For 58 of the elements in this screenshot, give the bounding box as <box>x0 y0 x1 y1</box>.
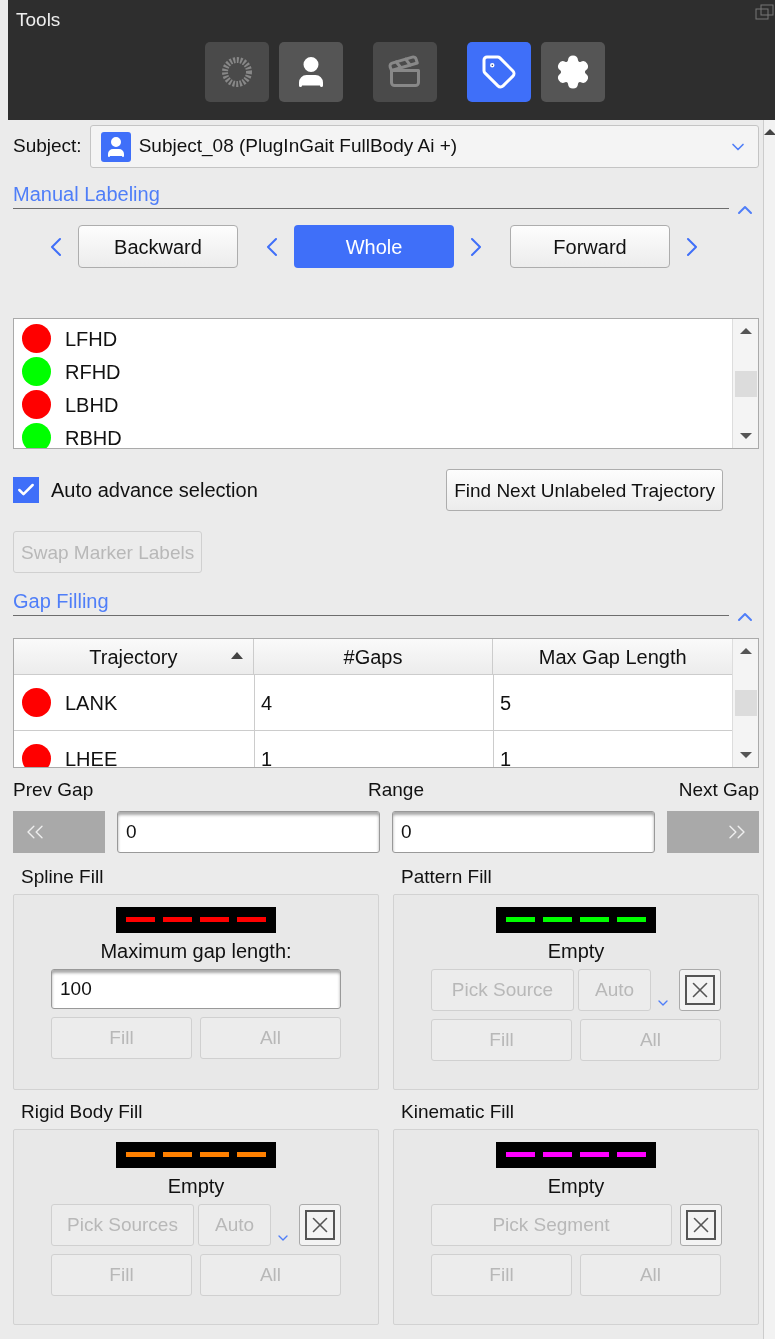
sort-arrow-icon <box>230 652 243 659</box>
table-cell: 4 <box>255 675 494 730</box>
scroll-thumb[interactable] <box>734 370 757 397</box>
tool-tab[interactable] <box>278 41 343 102</box>
section-title: Gap Filling <box>13 591 109 614</box>
column-header[interactable]: Trajectory <box>14 639 254 674</box>
scroll-up-icon <box>764 128 775 136</box>
scroll-up-icon <box>739 647 752 655</box>
table-cell: LHEE <box>14 731 255 767</box>
panel-caption: Empty <box>547 940 605 961</box>
checkbox-label: Auto advance selection <box>51 478 258 503</box>
column-header[interactable]: #Gaps <box>253 639 494 674</box>
tag-icon <box>480 53 517 90</box>
scroll-up-icon <box>739 327 752 335</box>
panel-title: Kinematic Fill <box>400 1099 515 1124</box>
marker-row[interactable]: LFHD <box>22 322 732 355</box>
panel-caption: Empty <box>167 1175 225 1196</box>
column-header[interactable]: Max Gap Length <box>493 639 732 674</box>
panel-title: Pattern Fill <box>400 864 493 889</box>
section-title: Manual Labeling <box>13 184 160 207</box>
range-end-field[interactable]: 0 <box>392 810 655 853</box>
clear-button[interactable] <box>679 1203 722 1246</box>
tool-tab[interactable] <box>466 41 531 102</box>
tool-tab[interactable] <box>540 41 605 102</box>
table-cell-text: 1 <box>499 746 513 767</box>
scrollbar[interactable] <box>732 319 758 448</box>
find-button[interactable]: Find Next Unlabeled Trajectory <box>446 469 723 511</box>
panel-title: Rigid Body Fill <box>20 1099 144 1124</box>
checkbox[interactable] <box>13 477 39 503</box>
panel-caption: Empty <box>547 1175 605 1196</box>
mode-tab[interactable]: Whole <box>294 225 454 268</box>
mode-tab[interactable]: Forward <box>510 225 670 268</box>
clear-button[interactable] <box>299 1203 341 1246</box>
marker-row[interactable]: RFHD <box>22 355 732 388</box>
table-cell: LANK <box>14 675 255 730</box>
gap-length-field[interactable]: 100 <box>51 968 341 1009</box>
scroll-thumb[interactable] <box>734 690 757 716</box>
scroll-down-icon <box>739 432 752 440</box>
subject-label: Subject: <box>13 134 82 159</box>
range-start-field[interactable]: 0 <box>117 810 380 853</box>
next-gap-label: Next Gap <box>678 778 759 802</box>
panel-caption: Maximum gap length: <box>100 940 292 961</box>
marker-row[interactable]: RBHD <box>22 421 732 448</box>
mode-tab[interactable]: Backward <box>78 225 238 268</box>
panel-title: Spline Fill <box>20 864 105 889</box>
scrollbar[interactable] <box>732 639 758 767</box>
window-title: Tools <box>15 8 62 32</box>
subject-dropdown[interactable]: Subject_08 (PlugInGait FullBody Ai +) <box>89 125 759 168</box>
subject-icon <box>100 131 131 162</box>
marker-row[interactable]: LBHD <box>22 388 732 421</box>
range-label: Range <box>368 778 424 802</box>
clear-button[interactable] <box>679 968 721 1011</box>
clapperboard-icon <box>386 53 423 90</box>
table-cell-text: 5 <box>499 690 513 716</box>
scroll-down-icon <box>739 751 752 759</box>
table-cell: 1 <box>255 731 494 767</box>
scrollbar[interactable] <box>763 120 775 1339</box>
prev-gap-label: Prev Gap <box>13 778 94 802</box>
